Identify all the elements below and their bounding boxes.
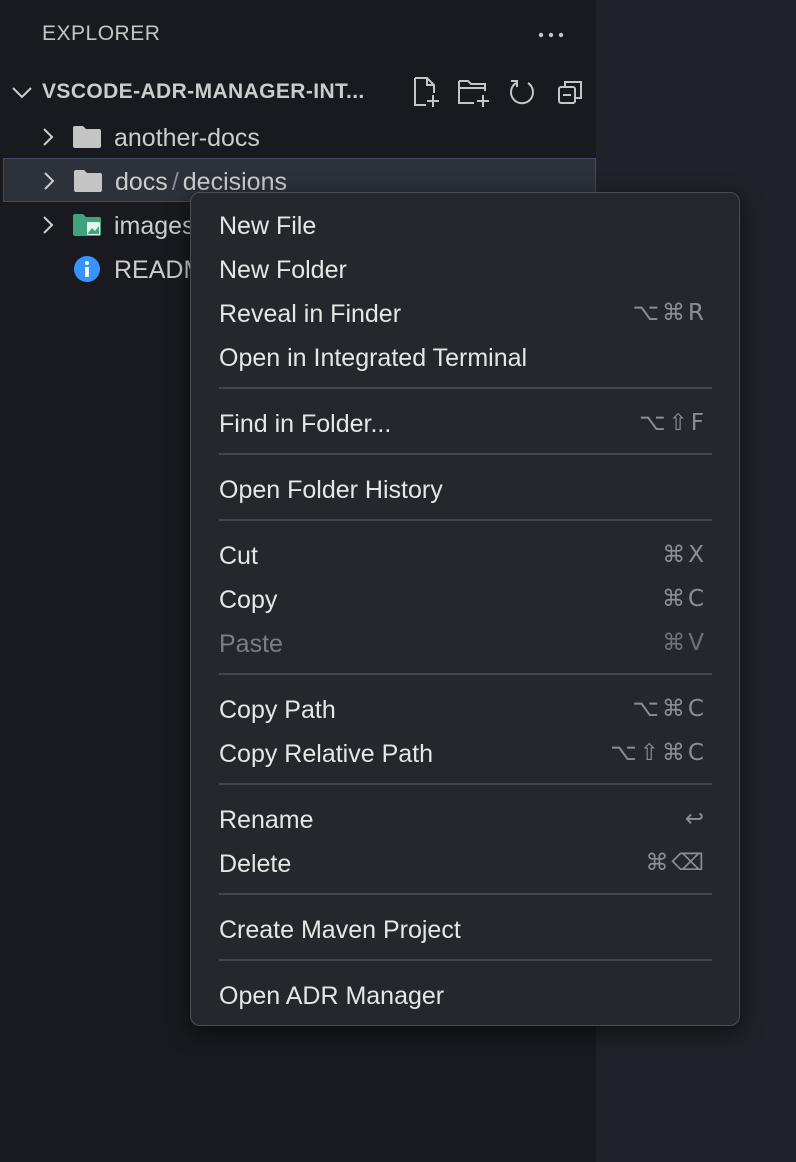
explorer-header: EXPLORER xyxy=(0,0,596,70)
menu-item-label: Find in Folder... xyxy=(219,410,392,438)
menu-item-rename[interactable]: Rename ↩ xyxy=(191,797,739,841)
menu-item-paste[interactable]: Paste ⌘V xyxy=(191,621,739,665)
menu-item-shortcut: ⌥⌘R xyxy=(632,300,707,326)
menu-item-find-in-folder[interactable]: Find in Folder... ⌥⇧F xyxy=(191,401,739,445)
menu-separator xyxy=(219,893,712,895)
menu-item-label: Copy Path xyxy=(219,696,336,724)
ellipsis-icon[interactable] xyxy=(534,18,568,52)
workspace-section-header[interactable]: VSCODE-ADR-MANAGER-INT... xyxy=(0,70,596,114)
menu-item-label: New Folder xyxy=(219,256,347,284)
tree-item-label: another-docs xyxy=(114,124,260,152)
menu-separator xyxy=(219,519,712,521)
folder-icon xyxy=(72,123,102,151)
menu-item-label: Delete xyxy=(219,850,292,878)
menu-item-label: Open ADR Manager xyxy=(219,982,445,1010)
menu-separator xyxy=(219,783,712,785)
menu-item-cut[interactable]: Cut ⌘X xyxy=(191,533,739,577)
menu-separator xyxy=(219,453,712,455)
menu-item-shortcut: ⌥⌘C xyxy=(632,696,707,722)
refresh-icon[interactable] xyxy=(498,72,546,112)
menu-item-reveal-in-finder[interactable]: Reveal in Finder ⌥⌘R xyxy=(191,291,739,335)
menu-item-new-file[interactable]: New File xyxy=(191,203,739,247)
new-folder-icon[interactable] xyxy=(450,72,498,112)
menu-item-copy-path[interactable]: Copy Path ⌥⌘C xyxy=(191,687,739,731)
chevron-right-icon xyxy=(36,125,60,149)
menu-item-label: Open in Integrated Terminal xyxy=(219,344,528,372)
chevron-right-icon xyxy=(37,169,61,193)
workspace-title: VSCODE-ADR-MANAGER-INT... xyxy=(42,80,365,103)
menu-item-label: Copy Relative Path xyxy=(219,740,434,768)
menu-separator xyxy=(219,959,712,961)
menu-item-shortcut: ⌘V xyxy=(662,630,707,656)
new-file-icon[interactable] xyxy=(402,72,450,112)
menu-item-label: Create Maven Project xyxy=(219,916,461,944)
menu-item-shortcut: ↩ xyxy=(684,806,707,832)
menu-item-new-folder[interactable]: New Folder xyxy=(191,247,739,291)
chevron-right-icon xyxy=(36,213,60,237)
menu-item-shortcut: ⌘C xyxy=(661,586,707,612)
menu-item-open-adr-manager[interactable]: Open ADR Manager xyxy=(191,973,739,1017)
menu-item-shortcut: ⌥⇧⌘C xyxy=(610,740,707,766)
menu-item-copy[interactable]: Copy ⌘C xyxy=(191,577,739,621)
explorer-title: EXPLORER xyxy=(42,22,161,45)
menu-item-label: Rename xyxy=(219,806,314,834)
collapse-all-icon[interactable] xyxy=(546,72,594,112)
menu-item-create-maven-project[interactable]: Create Maven Project xyxy=(191,907,739,951)
chevron-down-icon[interactable] xyxy=(8,78,36,106)
folder-icon xyxy=(73,167,103,195)
tree-item-another-docs[interactable]: another-docs xyxy=(0,115,596,159)
menu-separator xyxy=(219,387,712,389)
menu-item-label: Reveal in Finder xyxy=(219,300,402,328)
menu-item-copy-relative-path[interactable]: Copy Relative Path ⌥⇧⌘C xyxy=(191,731,739,775)
menu-item-label: Paste xyxy=(219,630,283,658)
menu-item-label: Open Folder History xyxy=(219,476,443,504)
menu-item-label: Cut xyxy=(219,542,258,570)
menu-item-open-folder-history[interactable]: Open Folder History xyxy=(191,467,739,511)
path-segment[interactable]: docs xyxy=(115,168,168,196)
menu-item-shortcut: ⌘X xyxy=(662,542,707,568)
menu-item-label: Copy xyxy=(219,586,278,614)
menu-item-delete[interactable]: Delete ⌘⌫ xyxy=(191,841,739,885)
info-icon xyxy=(73,255,103,283)
menu-item-label: New File xyxy=(219,212,317,240)
context-menu: New File New Folder Reveal in Finder ⌥⌘R… xyxy=(190,192,740,1026)
tree-item-label: images xyxy=(114,212,195,240)
menu-separator xyxy=(219,673,712,675)
menu-item-shortcut: ⌥⇧F xyxy=(638,410,707,436)
section-actions xyxy=(402,72,594,112)
image-folder-icon xyxy=(72,211,102,239)
menu-item-shortcut: ⌘⌫ xyxy=(645,850,707,876)
menu-item-open-in-terminal[interactable]: Open in Integrated Terminal xyxy=(191,335,739,379)
